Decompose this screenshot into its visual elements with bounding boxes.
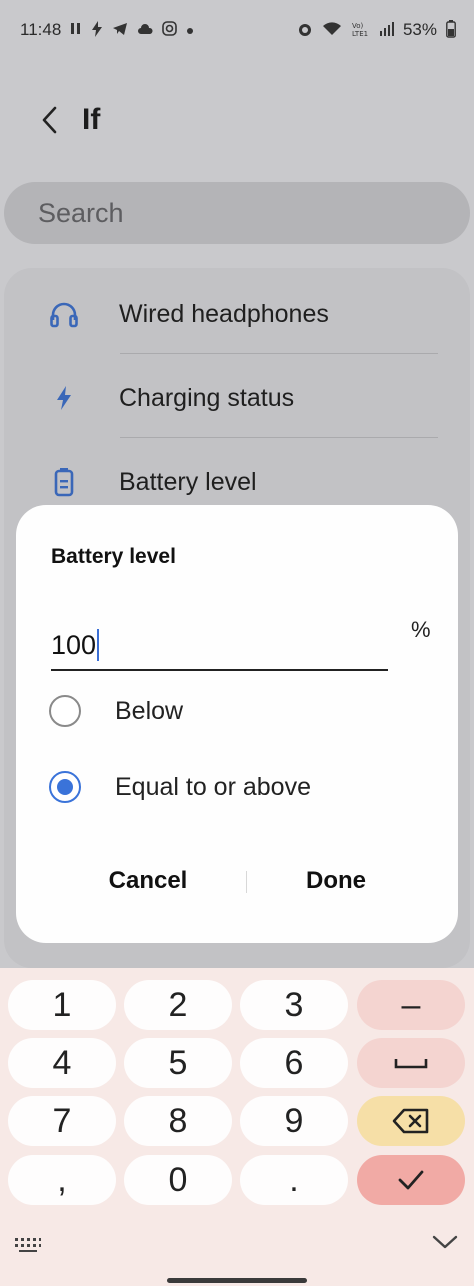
key-1[interactable]: 1	[8, 980, 116, 1030]
telegram-icon	[112, 22, 128, 39]
headphones-icon	[49, 299, 79, 329]
option-equal-or-above[interactable]: Equal to or above	[49, 765, 409, 809]
keyboard-switch-button[interactable]	[14, 1236, 42, 1259]
key-period[interactable]: .	[240, 1155, 348, 1205]
volte-icon: Vo) LTE1	[351, 21, 371, 40]
key-3[interactable]: 3	[240, 980, 348, 1030]
key-6[interactable]: 6	[240, 1038, 348, 1088]
keyboard-icon	[15, 1238, 41, 1252]
numeric-keyboard: 1 2 3 – 4 5 6 7 8 9 , 0 .	[0, 968, 474, 1286]
home-indicator[interactable]	[167, 1278, 307, 1283]
battery-level-input[interactable]: 100	[51, 617, 388, 671]
dialog-title: Battery level	[51, 545, 176, 568]
battery-level-dialog: Battery level 100 % Below Equal to or ab…	[16, 505, 458, 943]
key-comma[interactable]: ,	[8, 1155, 116, 1205]
battery-icon	[49, 467, 79, 497]
alarm-icon	[297, 21, 313, 40]
status-bar: 11:48 Vo) LTE1 53%	[0, 0, 474, 60]
chevron-left-icon	[42, 106, 57, 134]
divider	[120, 437, 438, 438]
list-item-wired-headphones[interactable]: Wired headphones	[4, 272, 470, 356]
radio-equal-or-above[interactable]	[49, 771, 81, 803]
hide-keyboard-button[interactable]	[432, 1234, 458, 1255]
divider	[120, 353, 438, 354]
signal-icon	[379, 21, 394, 39]
svg-text:Vo): Vo)	[352, 22, 364, 30]
lightning-icon	[49, 383, 79, 413]
wifi-icon	[322, 21, 342, 39]
backspace-icon	[392, 1108, 429, 1134]
key-4[interactable]: 4	[8, 1038, 116, 1088]
option-label: Below	[115, 696, 184, 725]
key-9[interactable]: 9	[240, 1096, 348, 1146]
status-time: 11:48	[20, 20, 62, 39]
text-cursor	[97, 629, 100, 661]
cloud-icon	[137, 22, 153, 38]
flash-icon	[91, 20, 103, 40]
key-5[interactable]: 5	[124, 1038, 232, 1088]
checkmark-icon	[398, 1170, 424, 1190]
key-enter[interactable]	[357, 1155, 465, 1205]
list-item-label: Wired headphones	[119, 299, 329, 328]
list-item-charging-status[interactable]: Charging status	[4, 356, 470, 440]
search-input[interactable]: Search	[4, 182, 470, 244]
list-item-label: Battery level	[119, 467, 257, 496]
key-minus[interactable]: –	[357, 980, 465, 1030]
battery-percent: 53%	[402, 20, 437, 39]
svg-text:LTE1: LTE1	[352, 30, 368, 37]
pause-icon	[70, 22, 82, 38]
key-space[interactable]	[357, 1038, 465, 1088]
option-label: Equal to or above	[115, 772, 311, 801]
key-backspace[interactable]	[357, 1096, 465, 1146]
done-button[interactable]: Done	[236, 857, 436, 905]
input-value: 100	[51, 629, 97, 660]
status-battery-icon	[446, 19, 456, 41]
key-7[interactable]: 7	[8, 1096, 116, 1146]
key-8[interactable]: 8	[124, 1096, 232, 1146]
status-right: Vo) LTE1 53%	[297, 19, 456, 41]
list-item-label: Charging status	[119, 383, 295, 412]
space-icon	[394, 1059, 428, 1069]
chevron-down-icon	[432, 1235, 458, 1249]
input-value-wrap: 100	[51, 629, 100, 661]
key-2[interactable]: 2	[124, 980, 232, 1030]
instagram-icon	[162, 21, 178, 39]
radio-below[interactable]	[49, 695, 81, 727]
unit-label: %	[411, 617, 431, 642]
dot-icon	[186, 22, 194, 38]
page-title: If	[82, 103, 101, 136]
key-0[interactable]: 0	[124, 1155, 232, 1205]
header: If	[0, 88, 474, 152]
status-left: 11:48	[20, 20, 194, 40]
cancel-button[interactable]: Cancel	[48, 857, 248, 905]
option-below[interactable]: Below	[49, 689, 409, 733]
back-button[interactable]	[28, 98, 72, 142]
